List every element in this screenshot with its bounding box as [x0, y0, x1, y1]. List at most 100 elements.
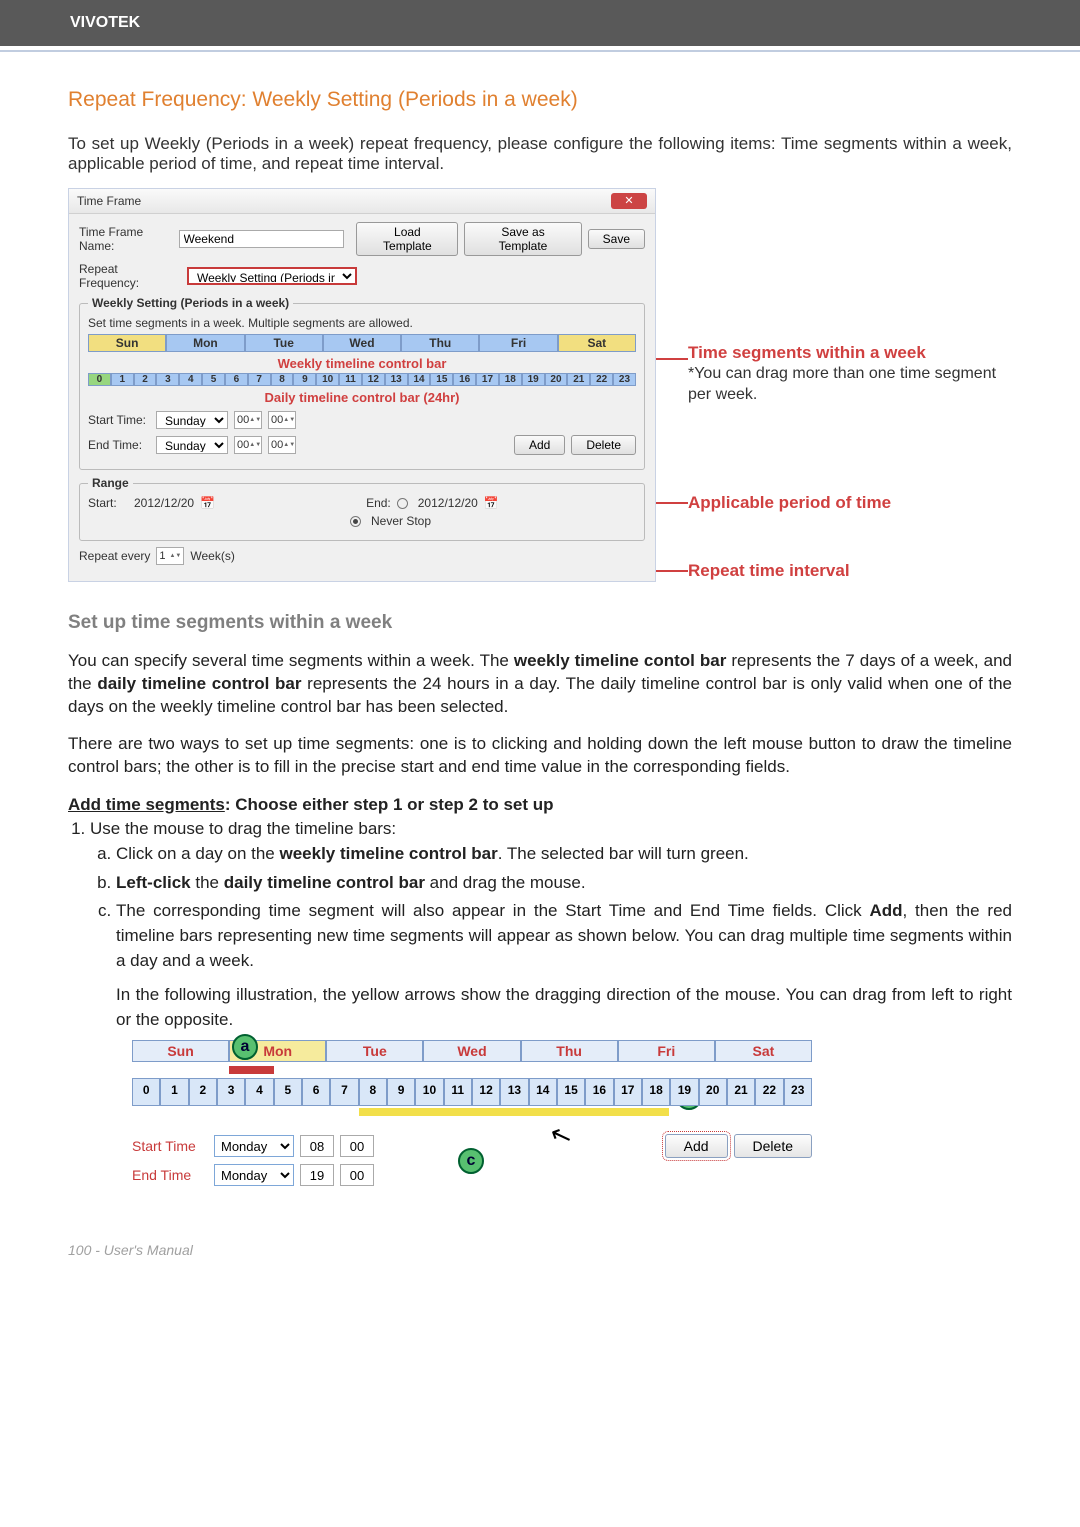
day-wed[interactable]: Wed	[323, 334, 401, 352]
hour-cell[interactable]: 14	[408, 373, 431, 386]
day-sat[interactable]: Sat	[715, 1040, 812, 1062]
hour-cell[interactable]: 17	[476, 373, 499, 386]
hour-cell[interactable]: 18	[642, 1078, 670, 1106]
day-mon[interactable]: Mon	[166, 334, 244, 352]
hour-cell[interactable]: 10	[316, 373, 339, 386]
hour-cell[interactable]: 11	[444, 1078, 472, 1106]
hour-cell[interactable]: 23	[613, 373, 636, 386]
hour-cell[interactable]: 13	[385, 373, 408, 386]
hour-cell[interactable]: 5	[274, 1078, 302, 1106]
hour-cell[interactable]: 19	[670, 1078, 698, 1106]
hour-cell[interactable]: 0	[88, 373, 111, 386]
hour-cell[interactable]: 13	[500, 1078, 528, 1106]
hour-cell[interactable]: 5	[202, 373, 225, 386]
hour-cell[interactable]: 9	[387, 1078, 415, 1106]
end-mm-spinner[interactable]: 00▲▼	[268, 436, 296, 454]
hour-cell[interactable]: 17	[614, 1078, 642, 1106]
ill2-end-day[interactable]: Monday	[214, 1164, 294, 1186]
hour-cell[interactable]: 3	[156, 373, 179, 386]
end-hh-spinner[interactable]: 00▲▼	[234, 436, 262, 454]
hour-cell[interactable]: 1	[111, 373, 134, 386]
hour-cell[interactable]: 7	[248, 373, 271, 386]
time-frame-dialog: Time Frame ✕ Time Frame Name: Load Templ…	[68, 188, 656, 582]
ill2-start-day[interactable]: Monday	[214, 1135, 294, 1157]
hours-row[interactable]: 01234567891011121314151617181920212223	[88, 373, 636, 386]
hour-cell[interactable]: 6	[225, 373, 248, 386]
day-fri[interactable]: Fri	[479, 334, 557, 352]
range-legend: Range	[88, 476, 133, 490]
steps-head: Add time segments	[68, 795, 225, 814]
hour-cell[interactable]: 4	[245, 1078, 273, 1106]
hour-cell[interactable]: 8	[271, 373, 294, 386]
calendar-icon[interactable]: 📅	[200, 496, 214, 510]
hour-cell[interactable]: 16	[585, 1078, 613, 1106]
hour-cell[interactable]: 15	[430, 373, 453, 386]
day-tue[interactable]: Tue	[326, 1040, 423, 1062]
repeat-freq-select[interactable]: Weekly Setting (Periods in a week)	[187, 267, 357, 285]
hour-cell[interactable]: 2	[134, 373, 157, 386]
repeat-every-spinner[interactable]: 1▲▼	[156, 547, 184, 565]
daily-bar-label: Daily timeline control bar (24hr)	[88, 390, 636, 405]
hour-cell[interactable]: 2	[189, 1078, 217, 1106]
day-sat[interactable]: Sat	[558, 334, 636, 352]
hour-cell[interactable]: 18	[499, 373, 522, 386]
ill2-hours-row[interactable]: 01234567891011121314151617181920212223	[132, 1078, 812, 1106]
close-icon[interactable]: ✕	[611, 193, 647, 209]
ill2-end-hh[interactable]: 19	[300, 1164, 334, 1186]
day-wed[interactable]: Wed	[423, 1040, 520, 1062]
hour-cell[interactable]: 9	[293, 373, 316, 386]
hour-cell[interactable]: 22	[755, 1078, 783, 1106]
hour-cell[interactable]: 8	[359, 1078, 387, 1106]
page-title: Repeat Frequency: Weekly Setting (Period…	[68, 88, 1012, 112]
day-sun[interactable]: Sun	[132, 1040, 229, 1062]
hour-cell[interactable]: 20	[699, 1078, 727, 1106]
hour-cell[interactable]: 22	[590, 373, 613, 386]
hour-cell[interactable]: 21	[727, 1078, 755, 1106]
hour-cell[interactable]: 12	[362, 373, 385, 386]
ill2-delete-button[interactable]: Delete	[734, 1134, 812, 1158]
end-date-radio[interactable]	[397, 498, 408, 509]
start-hh-spinner[interactable]: 00▲▼	[234, 411, 262, 429]
hour-cell[interactable]: 23	[784, 1078, 812, 1106]
hour-cell[interactable]: 19	[522, 373, 545, 386]
delete-button[interactable]: Delete	[571, 435, 636, 455]
hour-cell[interactable]: 4	[179, 373, 202, 386]
day-thu[interactable]: Thu	[401, 334, 479, 352]
hour-cell[interactable]: 7	[330, 1078, 358, 1106]
ill2-add-button[interactable]: Add	[665, 1134, 728, 1158]
ill2-end-mm[interactable]: 00	[340, 1164, 374, 1186]
day-sun[interactable]: Sun	[88, 334, 166, 352]
hour-cell[interactable]: 1	[160, 1078, 188, 1106]
calendar-icon[interactable]: 📅	[484, 496, 498, 510]
hour-cell[interactable]: 3	[217, 1078, 245, 1106]
ill2-end-label: End Time	[132, 1167, 208, 1183]
hour-cell[interactable]: 6	[302, 1078, 330, 1106]
save-as-template-button[interactable]: Save as Template	[464, 222, 581, 256]
never-stop-radio[interactable]	[350, 516, 361, 527]
start-day-select[interactable]: Sunday	[156, 411, 228, 429]
hour-cell[interactable]: 10	[415, 1078, 443, 1106]
day-thu[interactable]: Thu	[521, 1040, 618, 1062]
load-template-button[interactable]: Load Template	[356, 222, 458, 256]
ill2-start-mm[interactable]: 00	[340, 1135, 374, 1157]
hour-cell[interactable]: 16	[453, 373, 476, 386]
repeat-freq-label: Repeat Frequency:	[79, 262, 181, 290]
frame-name-input[interactable]	[179, 230, 345, 248]
hour-cell[interactable]: 12	[472, 1078, 500, 1106]
day-tue[interactable]: Tue	[245, 334, 323, 352]
annotation-1-note: *You can drag more than one time segment…	[688, 364, 1012, 406]
weekly-days-row[interactable]: Sun Mon Tue Wed Thu Fri Sat	[88, 334, 636, 352]
hour-cell[interactable]: 0	[132, 1078, 160, 1106]
ill2-start-hh[interactable]: 08	[300, 1135, 334, 1157]
add-button[interactable]: Add	[514, 435, 565, 455]
hour-cell[interactable]: 21	[567, 373, 590, 386]
day-fri[interactable]: Fri	[618, 1040, 715, 1062]
save-button[interactable]: Save	[588, 229, 645, 249]
hour-cell[interactable]: 11	[339, 373, 362, 386]
end-day-select[interactable]: Sunday	[156, 436, 228, 454]
hour-cell[interactable]: 15	[557, 1078, 585, 1106]
range-start-value: 2012/12/20	[134, 496, 194, 510]
hour-cell[interactable]: 14	[529, 1078, 557, 1106]
hour-cell[interactable]: 20	[545, 373, 568, 386]
start-mm-spinner[interactable]: 00▲▼	[268, 411, 296, 429]
